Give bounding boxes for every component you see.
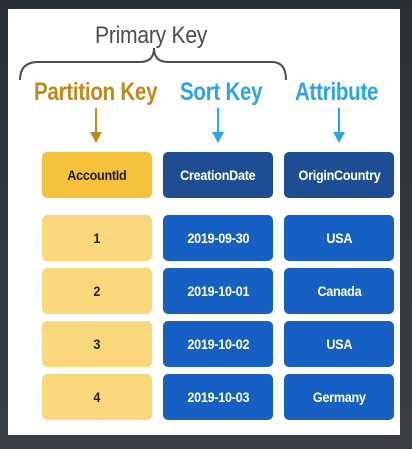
table-row-1-accountid: 1 bbox=[42, 215, 152, 261]
accountid-field-header: AccountId bbox=[42, 152, 152, 198]
table-row-3-accountid: 3 bbox=[42, 321, 152, 367]
partition-key-heading: Partition Key bbox=[34, 78, 158, 106]
table-row-4-accountid: 4 bbox=[42, 374, 152, 420]
table-row-4-origincountry: Germany bbox=[284, 374, 394, 420]
table-row-2-accountid: 2 bbox=[42, 268, 152, 314]
table-row-2-origincountry: Canada bbox=[284, 268, 394, 314]
table-row-3-creationdate: 2019-10-02 bbox=[163, 321, 273, 367]
table-row-3-origincountry: USA bbox=[284, 321, 394, 367]
table-row-4-creationdate: 2019-10-03 bbox=[163, 374, 273, 420]
table-row-1-creationdate: 2019-09-30 bbox=[163, 215, 273, 261]
table-row-1-origincountry: USA bbox=[284, 215, 394, 261]
attribute-arrow-icon bbox=[333, 108, 345, 143]
origincountry-field-header: OriginCountry bbox=[284, 152, 394, 198]
table-row-2-creationdate: 2019-10-01 bbox=[163, 268, 273, 314]
partition-arrow-icon bbox=[90, 108, 102, 143]
sort-key-heading: Sort Key bbox=[180, 78, 263, 106]
attribute-heading: Attribute bbox=[295, 78, 379, 106]
creationdate-field-header: CreationDate bbox=[163, 152, 273, 198]
sort-arrow-icon bbox=[212, 108, 224, 143]
